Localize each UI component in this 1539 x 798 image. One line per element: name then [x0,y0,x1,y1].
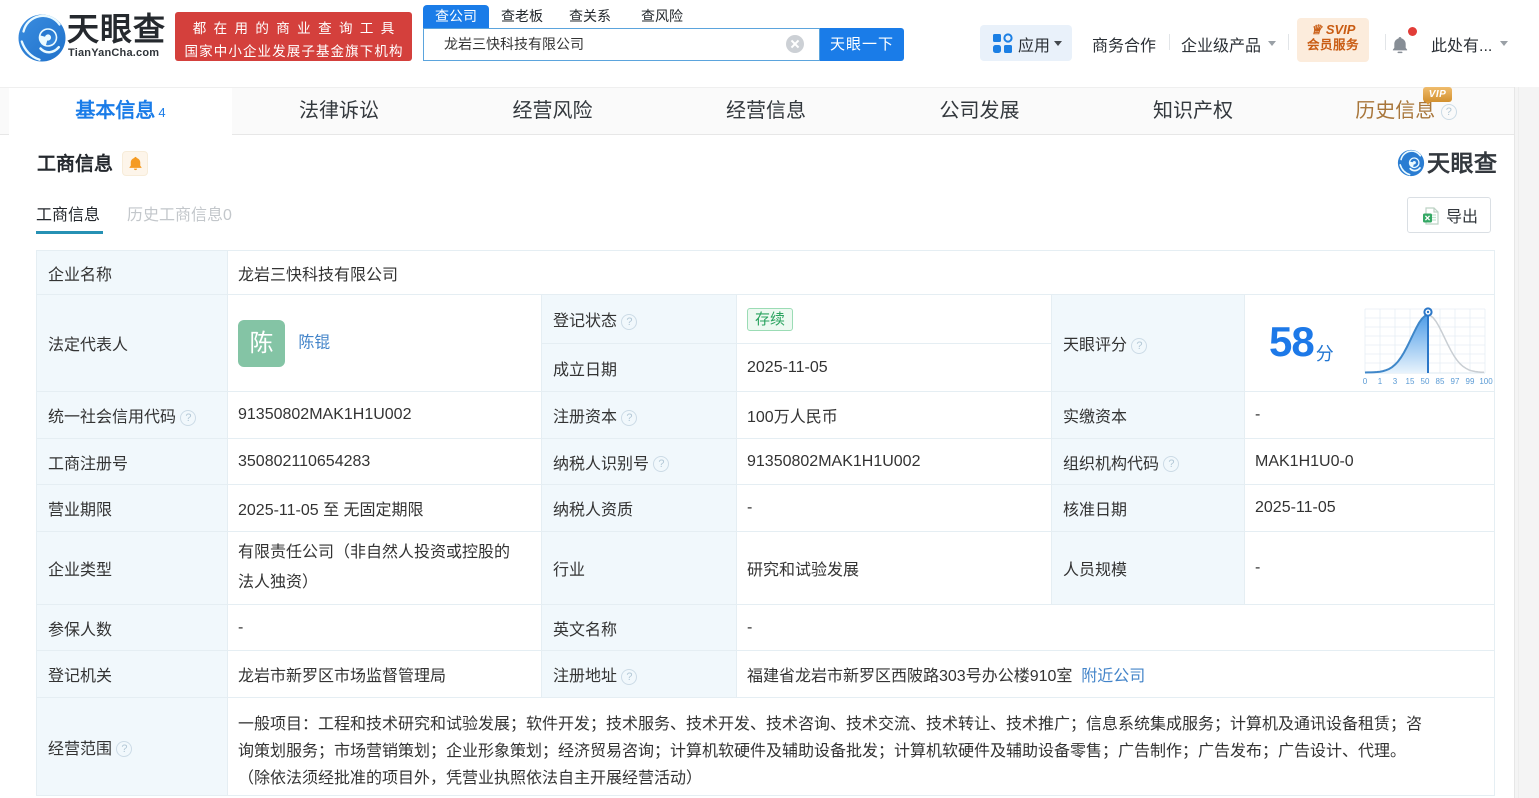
svg-text:3: 3 [1393,377,1398,386]
svg-text:15: 15 [1406,377,1415,386]
svg-text:1: 1 [1378,377,1383,386]
svg-text:99: 99 [1466,377,1475,386]
svg-text:0: 0 [1363,377,1368,386]
svg-text:97: 97 [1451,377,1460,386]
svg-text:50: 50 [1421,377,1430,386]
svg-text:85: 85 [1436,377,1445,386]
svg-text:100: 100 [1479,377,1493,386]
